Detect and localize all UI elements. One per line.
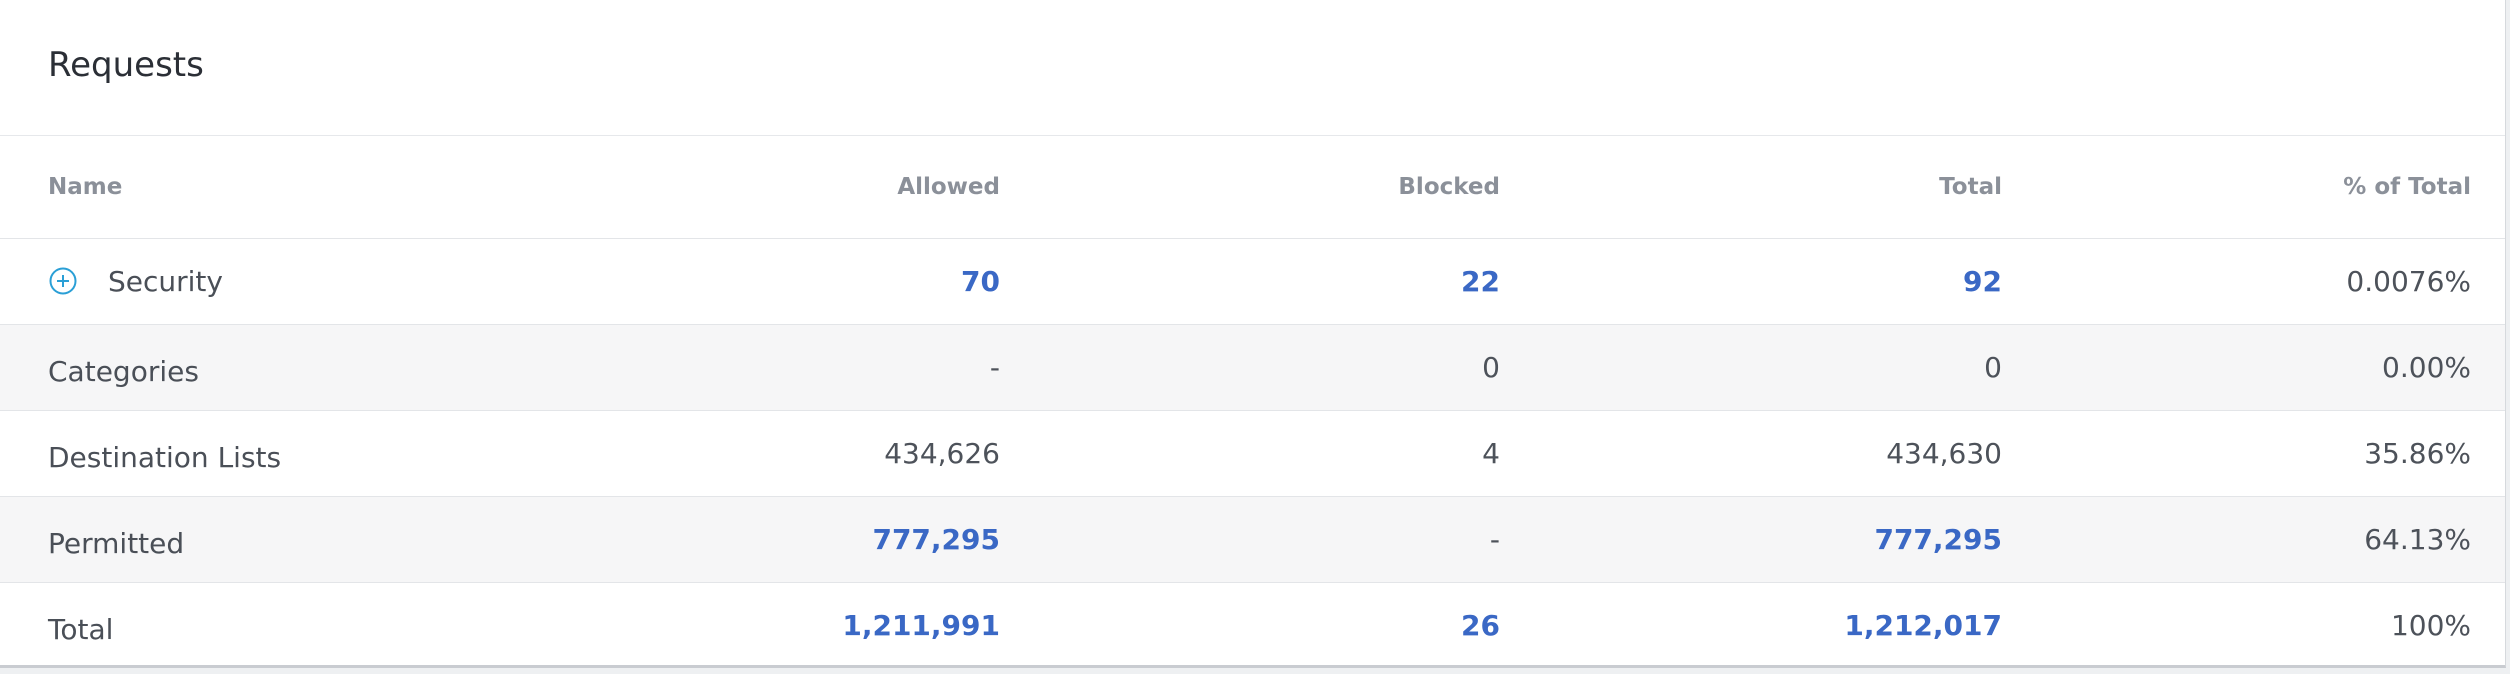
table-row-destination-lists: Destination Lists 434,626 4 434,630 35.8… <box>0 410 2505 496</box>
column-header-pct: % of Total <box>2002 136 2505 239</box>
total-value: 0 <box>1984 350 2002 384</box>
row-name-cell: Security <box>0 238 580 324</box>
allowed-count-link[interactable]: 70 <box>580 238 1000 324</box>
row-name-label: Total <box>48 612 114 646</box>
row-name-label: Categories <box>48 354 199 388</box>
total-count-link[interactable]: 1,212,017 <box>1500 582 2002 668</box>
table-row-categories: Categories - 0 0 0.00% <box>0 324 2505 410</box>
blocked-count-link[interactable]: 26 <box>1000 582 1500 668</box>
row-name-label: Destination Lists <box>48 440 282 474</box>
pct-value: 0.00% <box>2382 350 2471 384</box>
requests-card: Requests Name Allowed Blocked Total % of… <box>0 0 2506 668</box>
total-count-link[interactable]: 92 <box>1500 238 2002 324</box>
blocked-value: 0 <box>1482 350 1500 384</box>
table-row-total: Total 1,211,991 26 1,212,017 100% <box>0 582 2505 668</box>
card-header: Requests <box>0 0 2505 136</box>
pct-value: 0.0076% <box>2346 264 2471 298</box>
allowed-count-link[interactable]: 1,211,991 <box>580 582 1000 668</box>
allowed-value: - <box>989 350 1000 384</box>
requests-table: Name Allowed Blocked Total % of Total Se… <box>0 136 2505 668</box>
table-row-permitted: Permitted 777,295 - 777,295 64.13% <box>0 496 2505 582</box>
total-value: 434,630 <box>1886 436 2002 470</box>
header-row: Name Allowed Blocked Total % of Total <box>0 136 2505 239</box>
column-header-blocked: Blocked <box>1000 136 1500 239</box>
table-header: Name Allowed Blocked Total % of Total <box>0 136 2505 239</box>
pct-value: 100% <box>2390 608 2471 642</box>
allowed-value: 434,626 <box>884 436 1000 470</box>
plus-circle-icon[interactable] <box>48 266 78 296</box>
table-body: Security 70 22 92 0.0076% Categories - 0… <box>0 238 2505 668</box>
card-title: Requests <box>48 44 204 85</box>
blocked-value: 4 <box>1482 436 1500 470</box>
column-header-allowed: Allowed <box>580 136 1000 239</box>
table-row-security: Security 70 22 92 0.0076% <box>0 238 2505 324</box>
row-name-label: Security <box>108 264 223 298</box>
column-header-total: Total <box>1500 136 2002 239</box>
column-header-name: Name <box>0 136 580 239</box>
allowed-count-link[interactable]: 777,295 <box>580 496 1000 582</box>
pct-value: 64.13% <box>2364 522 2471 556</box>
pct-value: 35.86% <box>2364 436 2471 470</box>
blocked-value: - <box>1489 522 1500 556</box>
blocked-count-link[interactable]: 22 <box>1000 238 1500 324</box>
total-count-link[interactable]: 777,295 <box>1500 496 2002 582</box>
row-name-label: Permitted <box>48 526 185 560</box>
